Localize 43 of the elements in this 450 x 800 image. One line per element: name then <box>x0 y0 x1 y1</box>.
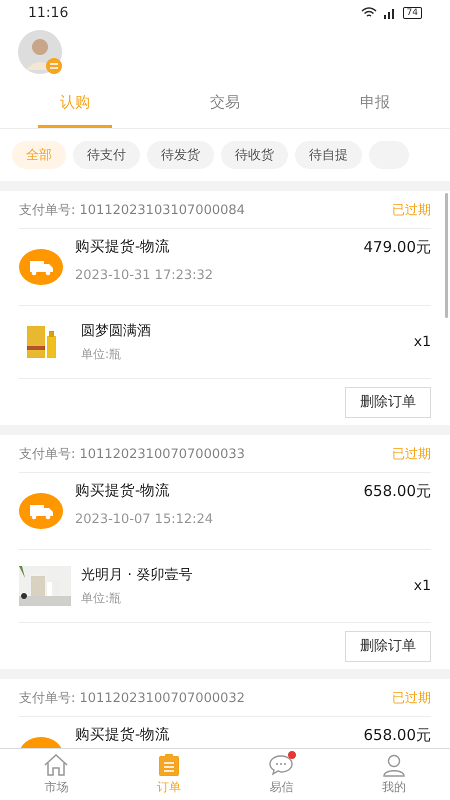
nav-item[interactable]: 市场 <box>0 749 112 800</box>
product-quantity: x1 <box>414 578 431 594</box>
order-amount: 658.00元 <box>364 726 431 744</box>
nav-item[interactable]: 我的 <box>338 749 450 800</box>
delete-order-button[interactable]: 删除订单 <box>345 630 431 662</box>
product-quantity: x1 <box>414 334 431 350</box>
order-number: 支付单号: 10112023103107000084 <box>19 202 245 218</box>
filter-chip[interactable]: 全部 <box>12 141 66 169</box>
order-status: 已过期 <box>392 202 431 218</box>
chat-icon <box>268 753 294 777</box>
person-icon <box>382 753 406 777</box>
home-icon <box>43 753 70 777</box>
product-unit: 单位:瓶 <box>81 346 122 362</box>
delete-order-button[interactable]: 删除订单 <box>345 386 431 418</box>
clipboard-icon <box>156 753 181 777</box>
order-time: 2023-10-31 17:23:32 <box>75 268 214 283</box>
order-number: 支付单号: 10112023100707000032 <box>19 690 245 706</box>
signal-icon <box>382 7 397 19</box>
nav-item[interactable]: 易信 <box>225 749 338 800</box>
tab[interactable]: 交易 <box>188 80 262 128</box>
filter-chip[interactable]: 待支付 <box>73 141 140 169</box>
product-name: 光明月 · 癸卯壹号 <box>81 566 194 584</box>
order-title: 购买提货-物流 <box>75 238 170 256</box>
battery-level: 74 <box>402 7 422 19</box>
status-time: 11:16 <box>28 5 68 21</box>
avatar-icon <box>18 30 64 76</box>
tab[interactable]: 认购 <box>38 80 112 128</box>
filter-chip[interactable]: 待收货 <box>221 141 288 169</box>
order-title: 购买提货-物流 <box>75 482 170 500</box>
tab[interactable]: 申报 <box>338 80 412 128</box>
filter-chip[interactable]: 待自提 <box>295 141 362 169</box>
order-status: 已过期 <box>392 446 431 462</box>
wifi-icon <box>360 7 377 19</box>
nav-item[interactable]: 订单 <box>112 749 225 800</box>
order-time: 2023-10-07 15:12:24 <box>75 512 214 527</box>
product-unit: 单位:瓶 <box>81 590 122 606</box>
product-name: 圆梦圆满酒 <box>81 322 152 340</box>
order-status: 已过期 <box>392 690 431 706</box>
order-number: 支付单号: 10112023100707000033 <box>19 446 245 462</box>
order-amount: 658.00元 <box>364 482 431 500</box>
order-title: 购买提货-物流 <box>75 726 170 744</box>
filter-chip[interactable]: 待发货 <box>147 141 214 169</box>
order-amount: 479.00元 <box>364 238 431 256</box>
